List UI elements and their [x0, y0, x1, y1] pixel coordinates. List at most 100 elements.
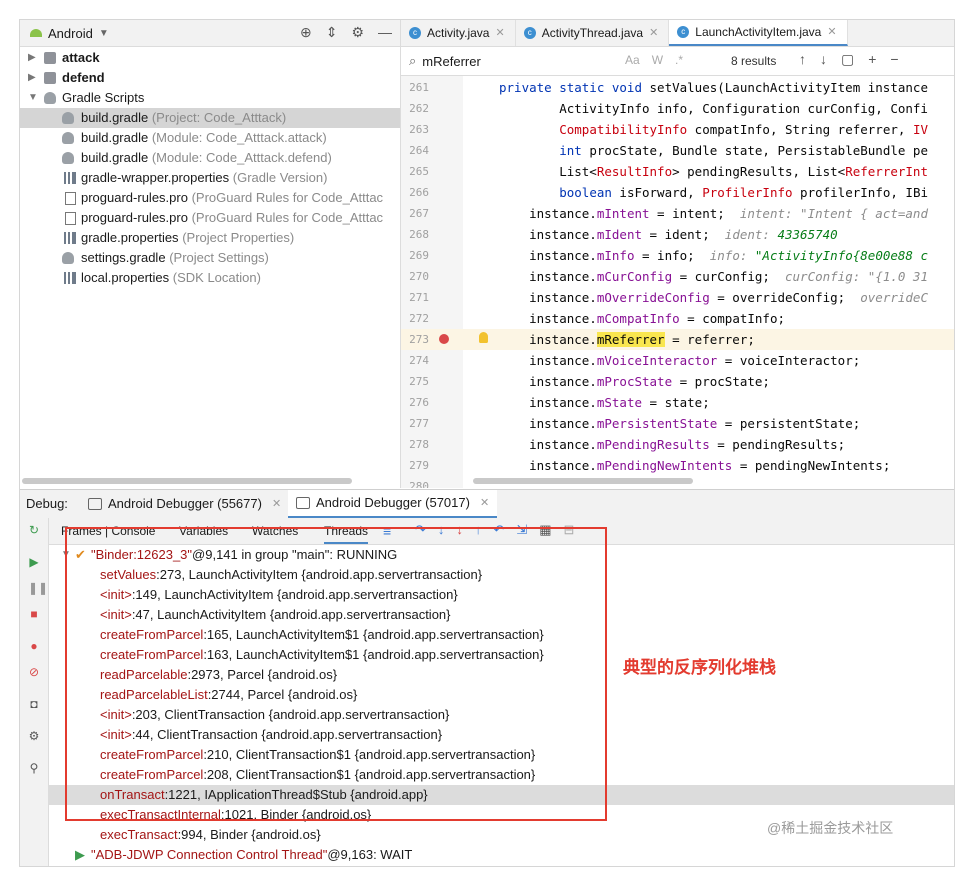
chevron-down-icon[interactable]: ▼ [28, 88, 38, 108]
search-icon: ⌕ [409, 53, 417, 68]
resume-icon[interactable]: ▶ [28, 556, 40, 568]
rerun-icon[interactable]: ↻ [28, 524, 40, 536]
code-text: instance.mState = state; [499, 392, 710, 413]
tree-item-proguard-rules-1[interactable]: proguard-rules.pro (ProGuard Rules for C… [20, 188, 400, 208]
code-token: "ActivityInfo{8e00e88 c [754, 248, 928, 263]
code-line[interactable]: 272 instance.mCompatInfo = compatInfo; [401, 308, 954, 329]
code-text: instance.mOverrideConfig = overrideConfi… [499, 287, 928, 308]
code-token: ReferrerInt [845, 164, 928, 179]
class-icon: c [677, 26, 690, 38]
minimize-icon[interactable]: — [378, 24, 392, 41]
collapse-icon[interactable]: ⇕ [326, 24, 338, 41]
thread-row-waiting[interactable]: ▶ "ADB-JDWP Connection Control Thread"@9… [49, 845, 954, 865]
mute-breakpoints-icon[interactable]: ⊘ [28, 666, 40, 678]
tree-item-gradle-scripts[interactable]: ▼ Gradle Scripts [20, 88, 400, 108]
tab-activitythread-java[interactable]: c ActivityThread.java ✕ [516, 20, 670, 46]
code-token: instance. [499, 269, 597, 284]
pin-icon[interactable]: ⚲ [28, 762, 40, 774]
chevron-right-icon[interactable]: ▶ [28, 48, 36, 68]
code-token: = persistentState; [717, 416, 861, 431]
debug-session-tab-2[interactable]: Android Debugger (57017) ✕ [288, 489, 498, 518]
locate-icon[interactable]: ⊕ [300, 24, 312, 41]
add-selection-icon[interactable]: + [868, 51, 876, 68]
tree-item-hint: (ProGuard Rules for Code_Atttac [191, 190, 384, 205]
code-text: instance.mCurConfig = curConfig; curConf… [499, 266, 928, 287]
line-number: 265 [409, 165, 429, 178]
code-token: > pendingResults, List< [672, 164, 846, 179]
code-line[interactable]: 271 instance.mOverrideConfig = overrideC… [401, 287, 954, 308]
close-icon[interactable]: ✕ [480, 489, 489, 517]
tree-item-defend[interactable]: ▶ defend [20, 68, 400, 88]
arrow-up-icon[interactable]: ↑ [799, 51, 806, 68]
tab-launchactivityitem-java[interactable]: c LaunchActivityItem.java ✕ [669, 20, 848, 46]
code-editor[interactable]: 261 private static void setValues(LaunchA… [401, 76, 954, 488]
code-line[interactable]: 270 instance.mCurConfig = curConfig; cur… [401, 266, 954, 287]
code-line[interactable]: 261 private static void setValues(LaunchA… [401, 77, 954, 98]
gear-icon[interactable]: ⚙ [351, 24, 364, 41]
tree-item-build-gradle-project[interactable]: build.gradle (Project: Code_Atttack) [20, 108, 400, 128]
code-token: boolean [559, 185, 612, 200]
tree-item-gradle-wrapper-properties[interactable]: gradle-wrapper.properties (Gradle Versio… [20, 168, 400, 188]
camera-icon[interactable]: ◘ [28, 698, 40, 710]
search-results-count: 8 results [731, 54, 777, 68]
project-horizontal-scrollbar[interactable] [22, 478, 352, 484]
code-token: = pendingResults; [709, 437, 846, 452]
code-token: instance. [499, 206, 597, 221]
close-icon[interactable]: ✕ [649, 20, 658, 46]
whole-word-toggle[interactable]: W [652, 53, 663, 67]
code-line[interactable]: 263 CompatibilityInfo compatInfo, String… [401, 119, 954, 140]
annotation-label: 典型的反序列化堆栈 [623, 658, 776, 677]
code-line[interactable]: 268 instance.mIdent = ident; ident: 4336… [401, 224, 954, 245]
code-text: instance.mInfo = info; info: "ActivityIn… [499, 245, 928, 266]
search-input[interactable]: mReferrer [422, 54, 481, 69]
tree-item-gradle-properties[interactable]: gradle.properties (Project Properties) [20, 228, 400, 248]
code-line[interactable]: 264 int procState, Bundle state, Persist… [401, 140, 954, 161]
code-text: instance.mCompatInfo = compatInfo; [499, 308, 785, 329]
debug-session-tab-1[interactable]: Android Debugger (55677) ✕ [88, 490, 281, 518]
code-token: ident: [724, 227, 778, 242]
tree-item-hint: (Module: Code_Atttack.defend) [151, 150, 332, 165]
tree-item-attack[interactable]: ▶ attack [20, 48, 400, 68]
project-view-selector[interactable]: Android ▼ [30, 26, 109, 41]
editor-horizontal-scrollbar[interactable] [473, 478, 693, 484]
gradle-icon [62, 252, 74, 264]
code-line[interactable]: 278 instance.mPendingResults = pendingRe… [401, 434, 954, 455]
settings-icon[interactable]: ⚙ [28, 730, 40, 742]
tab-activity-java[interactable]: c Activity.java ✕ [401, 20, 516, 46]
code-line[interactable]: 269 instance.mInfo = info; info: "Activi… [401, 245, 954, 266]
code-token: profilerInfo, IBi [792, 185, 928, 200]
close-icon[interactable]: ✕ [827, 20, 836, 45]
code-line[interactable]: 262 ActivityInfo info, Configuration cur… [401, 98, 954, 119]
view-breakpoints-icon[interactable]: ● [28, 640, 40, 652]
match-case-toggle[interactable]: Aa [625, 53, 640, 67]
code-line[interactable]: 279 instance.mPendingNewIntents = pendin… [401, 455, 954, 476]
code-line[interactable]: 267 instance.mIntent = intent; intent: "… [401, 203, 954, 224]
code-line[interactable]: 274 instance.mVoiceInteractor = voiceInt… [401, 350, 954, 371]
debug-label: Debug: [26, 496, 68, 511]
code-line[interactable]: 273 instance.mReferrer = referrer; [401, 329, 954, 350]
tree-item-proguard-rules-2[interactable]: proguard-rules.pro (ProGuard Rules for C… [20, 208, 400, 228]
close-icon[interactable]: ✕ [272, 490, 281, 518]
code-token: mPendingNewIntents [596, 458, 733, 473]
code-line[interactable]: 275 instance.mProcState = procState; [401, 371, 954, 392]
tree-item-build-gradle-attack[interactable]: build.gradle (Module: Code_Atttack.attac… [20, 128, 400, 148]
code-text: ActivityInfo info, Configuration curConf… [499, 98, 928, 119]
stop-icon[interactable]: ■ [28, 608, 40, 620]
code-line[interactable]: 276 instance.mState = state; [401, 392, 954, 413]
debug-side-toolbar: ↻ ▶ ❚❚ ■ ● ⊘ ◘ ⚙ ⚲ [20, 518, 49, 866]
close-icon[interactable]: ✕ [495, 20, 504, 46]
pause-icon[interactable]: ❚❚ [28, 582, 48, 594]
code-line[interactable]: 277 instance.mPersistentState = persiste… [401, 413, 954, 434]
regex-toggle[interactable]: .* [675, 53, 683, 67]
tree-item-local-properties[interactable]: local.properties (SDK Location) [20, 268, 400, 288]
arrow-down-icon[interactable]: ↓ [820, 51, 827, 68]
lightbulb-icon[interactable] [479, 332, 488, 343]
open-in-window-icon[interactable]: ▢ [841, 51, 854, 68]
code-line[interactable]: 266 boolean isForward, ProfilerInfo prof… [401, 182, 954, 203]
breakpoint-icon[interactable] [439, 334, 449, 344]
code-line[interactable]: 265 List<ResultInfo> pendingResults, Lis… [401, 161, 954, 182]
tree-item-build-gradle-defend[interactable]: build.gradle (Module: Code_Atttack.defen… [20, 148, 400, 168]
remove-selection-icon[interactable]: − [890, 51, 898, 68]
tree-item-settings-gradle[interactable]: settings.gradle (Project Settings) [20, 248, 400, 268]
chevron-right-icon[interactable]: ▶ [28, 68, 36, 88]
